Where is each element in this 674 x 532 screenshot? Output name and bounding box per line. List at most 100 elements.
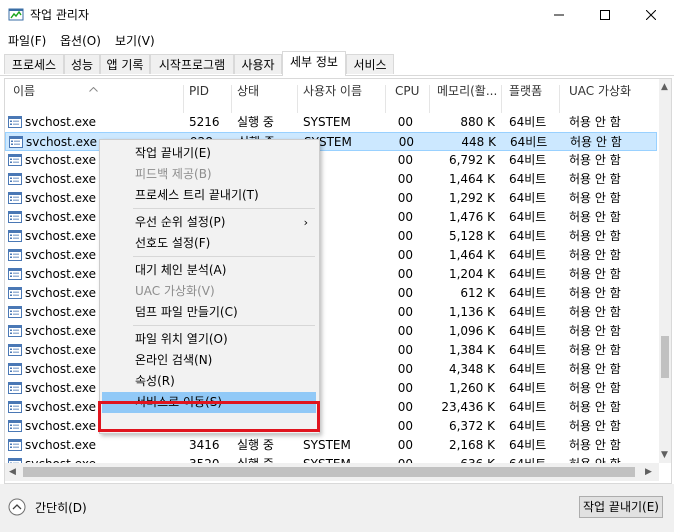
process-window-icon: [8, 439, 22, 451]
process-window-icon: [8, 211, 22, 223]
maximize-icon: [600, 10, 610, 20]
cell-uac: 허용 안 함: [569, 400, 621, 414]
column-divider[interactable]: [231, 85, 232, 113]
cell-memory: 1,096 K: [448, 324, 495, 338]
process-window-icon: [8, 382, 22, 394]
cell-user-name: SYSTEM: [303, 115, 351, 129]
context-menu-item-label: 서비스로 이동(S): [135, 395, 223, 409]
cell-uac: 허용 안 함: [569, 324, 621, 338]
column-divider[interactable]: [559, 85, 560, 113]
process-window-icon: [8, 363, 22, 375]
column-header-name[interactable]: 이름: [13, 79, 35, 113]
context-menu-item-label: 온라인 검색(N): [135, 353, 213, 367]
cell-platform: 64비트: [509, 191, 547, 205]
footer: [0, 484, 674, 532]
cell-memory: 1,464 K: [448, 172, 495, 186]
context-menu-item-label: 대기 체인 분석(A): [135, 263, 227, 277]
cell-cpu: 00: [397, 248, 413, 262]
table-row[interactable]: svchost.exe 3416 실행 중 SYSTEM 00 2,168 K 64비트 허용…: [5, 436, 657, 455]
context-menu-item[interactable]: 온라인 검색(N): [102, 350, 316, 371]
table-row[interactable]: svchost.exe 5216 실행 중 SYSTEM 00 880 K 64비트 허용 안…: [5, 113, 657, 132]
cell-platform: 64비트: [509, 248, 547, 262]
cell-platform: 64비트: [509, 381, 547, 395]
tab-processes[interactable]: 프로세스: [4, 54, 64, 74]
cell-cpu: 00: [397, 172, 413, 186]
cell-platform: 64비트: [509, 115, 547, 129]
scroll-up-icon[interactable]: ▲: [661, 81, 668, 93]
context-menu-item-label: 덤프 파일 만들기(C): [135, 305, 238, 319]
horizontal-scroll-thumb[interactable]: [23, 467, 635, 477]
maximize-button[interactable]: [582, 0, 628, 30]
window-title: 작업 관리자: [30, 8, 90, 22]
process-window-icon: [8, 401, 22, 413]
menu-file[interactable]: 파일(F): [8, 33, 46, 49]
tab-app-history[interactable]: 앱 기록: [100, 54, 150, 74]
column-divider[interactable]: [297, 85, 298, 113]
menu-separator: [133, 208, 315, 209]
context-menu-item[interactable]: 속성(R): [102, 371, 316, 392]
tab-details[interactable]: 세부 정보: [282, 51, 346, 76]
column-header-pid[interactable]: PID: [189, 79, 209, 113]
column-header-platform[interactable]: 플랫폼: [509, 79, 542, 113]
column-divider[interactable]: [183, 85, 184, 113]
cell-platform: 64비트: [509, 324, 547, 338]
column-header-status[interactable]: 상태: [237, 79, 259, 113]
submenu-arrow-icon: ›: [303, 216, 308, 229]
context-menu-item[interactable]: 서비스로 이동(S): [102, 392, 316, 413]
cell-memory: 880 K: [460, 115, 495, 129]
process-window-icon: [8, 420, 22, 432]
scroll-left-icon[interactable]: ◀: [9, 466, 16, 478]
tab-performance[interactable]: 성능: [64, 54, 100, 74]
end-task-button[interactable]: 작업 끝내기(E): [579, 496, 663, 518]
cell-platform: 64비트: [509, 286, 547, 300]
tab-users[interactable]: 사용자: [234, 54, 282, 74]
cell-cpu: 00: [397, 286, 413, 300]
context-menu-item[interactable]: 대기 체인 분석(A): [102, 260, 316, 281]
cell-uac: 허용 안 함: [569, 172, 621, 186]
cell-cpu: 00: [397, 381, 413, 395]
column-divider[interactable]: [501, 85, 502, 113]
scroll-down-icon[interactable]: ▼: [661, 449, 668, 461]
horizontal-scrollbar[interactable]: ◀ ▶: [5, 463, 659, 481]
vertical-scroll-thumb[interactable]: [661, 336, 669, 378]
context-menu-item-label: 속성(R): [135, 374, 175, 388]
minimize-button[interactable]: [536, 0, 582, 30]
process-window-icon: [8, 249, 22, 261]
tab-services[interactable]: 서비스: [346, 54, 394, 74]
scroll-right-icon[interactable]: ▶: [645, 466, 652, 478]
menu-view[interactable]: 보기(V): [115, 33, 155, 49]
cell-platform: 64비트: [509, 438, 547, 452]
context-menu-item[interactable]: 작업 끝내기(E): [102, 143, 316, 164]
process-window-icon: [8, 306, 22, 318]
menu-options[interactable]: 옵션(O): [60, 33, 101, 49]
context-menu-item[interactable]: 덤프 파일 만들기(C): [102, 302, 316, 323]
column-header-user-name[interactable]: 사용자 이름: [303, 79, 362, 113]
cell-memory: 23,436 K: [441, 400, 495, 414]
column-header-uac[interactable]: UAC 가상화: [569, 79, 631, 113]
column-header-memory[interactable]: 메모리(활...: [437, 79, 497, 113]
cell-cpu: 00: [397, 229, 413, 243]
vertical-scrollbar[interactable]: ▲ ▼: [659, 79, 671, 463]
context-menu: 작업 끝내기(E) 피드백 제공(B) 프로세스 트리 끝내기(T) 우선 순위 설정…: [99, 139, 320, 434]
close-button[interactable]: [628, 0, 674, 30]
fewer-details-label: 간단히(D): [35, 501, 87, 515]
cell-uac: 허용 안 함: [569, 305, 621, 319]
cell-memory: 5,128 K: [448, 229, 495, 243]
context-menu-item[interactable]: 파일 위치 열기(O): [102, 329, 316, 350]
cell-platform: 64비트: [509, 362, 547, 376]
column-header-cpu[interactable]: CPU: [395, 79, 419, 113]
column-divider[interactable]: [385, 85, 386, 113]
cell-uac: 허용 안 함: [569, 267, 621, 281]
context-menu-item-label: 작업 끝내기(E): [135, 146, 211, 160]
title-bar[interactable]: 작업 관리자: [0, 0, 674, 30]
cell-memory: 1,384 K: [448, 343, 495, 357]
column-divider[interactable]: [429, 85, 430, 113]
process-window-icon: [8, 154, 22, 166]
context-menu-item[interactable]: 프로세스 트리 끝내기(T): [102, 185, 316, 206]
cell-uac: 허용 안 함: [569, 381, 621, 395]
cell-cpu: 00: [397, 400, 413, 414]
context-menu-item[interactable]: 우선 순위 설정(P) ›: [102, 212, 316, 233]
cell-uac: 허용 안 함: [569, 210, 621, 224]
context-menu-item[interactable]: 선호도 설정(F): [102, 233, 316, 254]
tab-startup[interactable]: 시작프로그램: [150, 54, 234, 74]
